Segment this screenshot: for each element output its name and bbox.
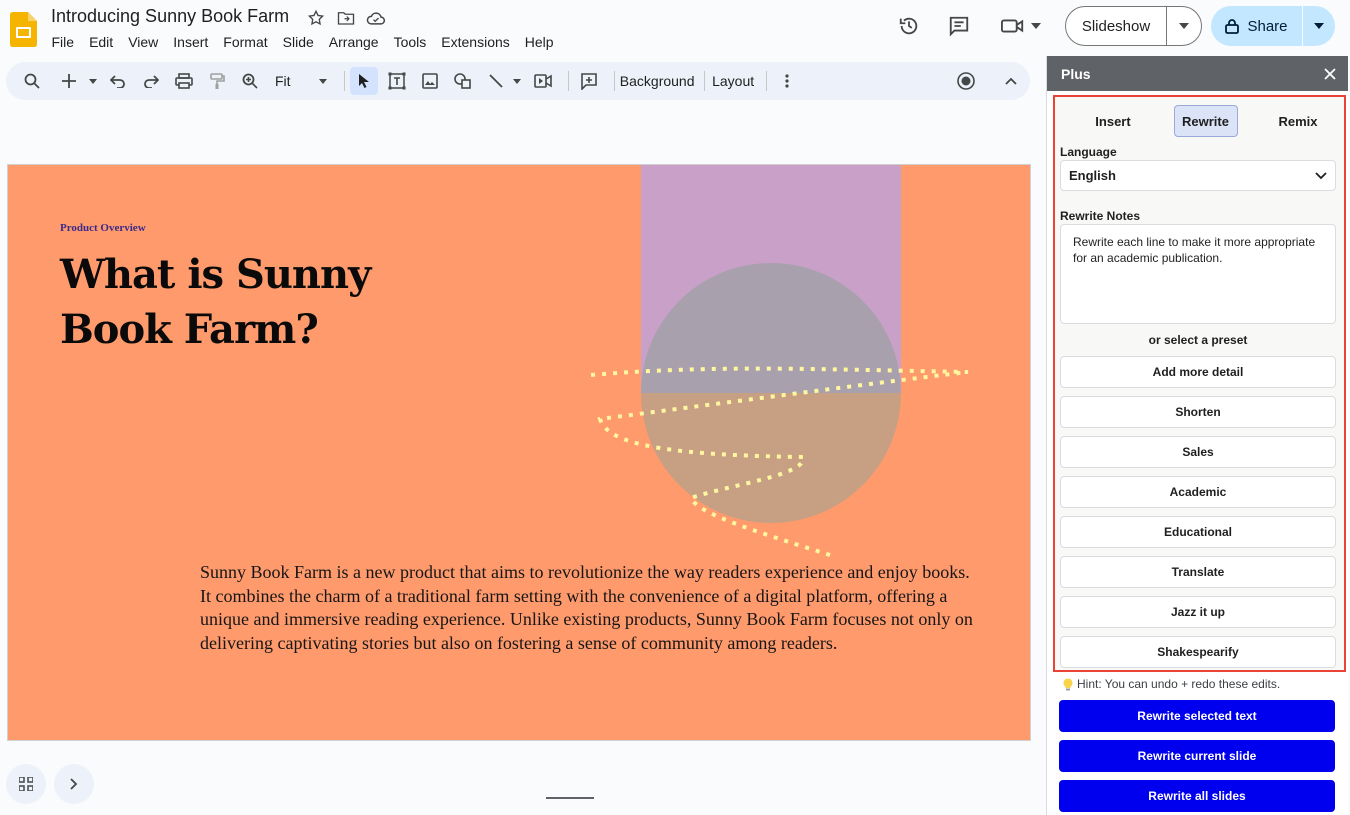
insert-video-icon[interactable] — [529, 67, 557, 95]
slideshow-button[interactable]: Slideshow — [1066, 7, 1167, 45]
menu-bar: File Edit View Insert Format Slide Arran… — [44, 33, 561, 51]
line-icon[interactable] — [482, 67, 510, 95]
preset-list: Add more detail Shorten Sales Academic E… — [1060, 356, 1336, 676]
menu-slide[interactable]: Slide — [275, 33, 321, 51]
share-group: Share — [1211, 6, 1335, 46]
slide-body-text[interactable]: Sunny Book Farm is a new product that ai… — [200, 561, 980, 655]
layout-button[interactable]: Layout — [711, 67, 755, 95]
zoom-select[interactable]: Fit — [269, 67, 333, 95]
preset-shorten-button[interactable]: Shorten — [1060, 396, 1336, 428]
more-options-icon[interactable] — [773, 67, 801, 95]
text-box-icon[interactable] — [383, 67, 411, 95]
cloud-saved-icon[interactable] — [365, 8, 387, 28]
toolbar-divider — [568, 71, 570, 91]
background-button[interactable]: Background — [620, 67, 695, 95]
share-label: Share — [1247, 17, 1288, 35]
share-dropdown-icon[interactable] — [1303, 6, 1335, 46]
slideshow-dropdown-icon[interactable] — [1167, 7, 1201, 45]
comments-icon[interactable] — [943, 10, 975, 42]
panel-tabs: Insert Rewrite Remix — [1065, 105, 1336, 137]
slide-title-line1: What is Sunny — [60, 251, 371, 298]
zoom-dropdown-icon — [318, 78, 327, 84]
menu-view[interactable]: View — [121, 33, 166, 51]
tab-insert[interactable]: Insert — [1081, 105, 1145, 137]
star-icon[interactable] — [305, 8, 327, 28]
menu-extensions[interactable]: Extensions — [434, 33, 517, 51]
slide-title-line2: Book Farm? — [60, 306, 319, 353]
show-filmstrip-icon[interactable] — [54, 764, 94, 804]
toolbar-divider — [343, 71, 345, 91]
zoom-icon[interactable] — [236, 67, 264, 95]
rewrite-notes-label: Rewrite Notes — [1060, 209, 1141, 223]
move-folder-icon[interactable] — [335, 8, 357, 28]
panel-header: Plus — [1047, 56, 1348, 91]
line-dropdown-icon[interactable] — [510, 67, 524, 95]
menu-edit[interactable]: Edit — [82, 33, 121, 51]
undo-icon[interactable] — [104, 67, 132, 95]
chevron-down-icon — [1315, 171, 1327, 179]
rewrite-current-slide-button[interactable]: Rewrite current slide — [1059, 740, 1335, 772]
rewrite-section: Insert Rewrite Remix Language English Re… — [1053, 95, 1346, 672]
menu-arrange[interactable]: Arrange — [321, 33, 386, 51]
preset-educational-button[interactable]: Educational — [1060, 516, 1336, 548]
new-slide-icon[interactable] — [55, 67, 83, 95]
meet-dropdown-icon[interactable] — [1029, 10, 1043, 42]
preset-translate-button[interactable]: Translate — [1060, 556, 1336, 588]
shape-icon[interactable] — [449, 67, 477, 95]
tab-rewrite[interactable]: Rewrite — [1173, 105, 1238, 137]
slide-eyebrow[interactable]: Product Overview — [60, 222, 146, 234]
slideshow-group: Slideshow — [1065, 6, 1202, 46]
add-comment-icon[interactable] — [575, 67, 603, 95]
zoom-value: Fit — [275, 73, 291, 89]
menu-tools[interactable]: Tools — [386, 33, 434, 51]
rewrite-all-slides-button[interactable]: Rewrite all slides — [1059, 780, 1335, 812]
plus-side-panel: Plus Insert Rewrite Remix Language Engli… — [1046, 56, 1348, 815]
share-button[interactable]: Share — [1211, 6, 1303, 46]
slide-canvas[interactable]: Product Overview What is Sunny Book Farm… — [7, 164, 1031, 741]
menu-insert[interactable]: Insert — [166, 33, 216, 51]
toolbar-divider — [704, 71, 706, 91]
toolbar-divider — [614, 71, 616, 91]
toolbar-divider — [766, 71, 768, 91]
lock-icon — [1225, 19, 1240, 34]
redo-icon[interactable] — [137, 67, 165, 95]
slides-logo-icon[interactable] — [10, 12, 37, 47]
print-icon[interactable] — [170, 67, 198, 95]
preset-academic-button[interactable]: Academic — [1060, 476, 1336, 508]
record-icon[interactable] — [952, 67, 980, 95]
language-label: Language — [1060, 145, 1117, 159]
toolbar: Fit Background Layout — [6, 62, 1030, 100]
menu-help[interactable]: Help — [517, 33, 561, 51]
lightbulb-icon — [1063, 678, 1073, 690]
hint-text: Hint: You can undo + redo these edits. — [1063, 677, 1280, 691]
close-icon[interactable] — [1324, 67, 1336, 80]
rewrite-notes-field[interactable]: Rewrite each line to make it more approp… — [1060, 224, 1336, 324]
document-title[interactable]: Introducing Sunny Book Farm — [51, 6, 289, 27]
search-menus-icon[interactable] — [18, 67, 46, 95]
preset-add-more-detail-button[interactable]: Add more detail — [1060, 356, 1336, 388]
preset-jazz-it-up-button[interactable]: Jazz it up — [1060, 596, 1336, 628]
hint-label: Hint: You can undo + redo these edits. — [1077, 677, 1281, 691]
preset-sales-button[interactable]: Sales — [1060, 436, 1336, 468]
language-select[interactable]: English — [1060, 160, 1336, 191]
menu-file[interactable]: File — [44, 33, 82, 51]
panel-title: Plus — [1061, 65, 1091, 82]
paint-format-icon[interactable] — [203, 67, 231, 95]
new-slide-dropdown-icon[interactable] — [88, 67, 98, 95]
slide-title[interactable]: What is Sunny Book Farm? — [60, 247, 440, 357]
meet-camera-icon[interactable] — [997, 10, 1029, 42]
collapse-toolbar-icon[interactable] — [997, 67, 1025, 95]
insert-image-icon[interactable] — [416, 67, 444, 95]
select-cursor-icon[interactable] — [350, 67, 379, 95]
preset-shakespearify-button[interactable]: Shakespearify — [1060, 636, 1336, 668]
version-history-icon[interactable] — [893, 10, 925, 42]
language-value: English — [1069, 168, 1116, 183]
speaker-notes-handle[interactable] — [546, 797, 594, 799]
grid-view-icon[interactable] — [6, 764, 46, 804]
preset-label: or select a preset — [1148, 333, 1248, 347]
tab-remix[interactable]: Remix — [1266, 105, 1330, 137]
rewrite-selected-text-button[interactable]: Rewrite selected text — [1059, 700, 1335, 732]
menu-format[interactable]: Format — [216, 33, 275, 51]
